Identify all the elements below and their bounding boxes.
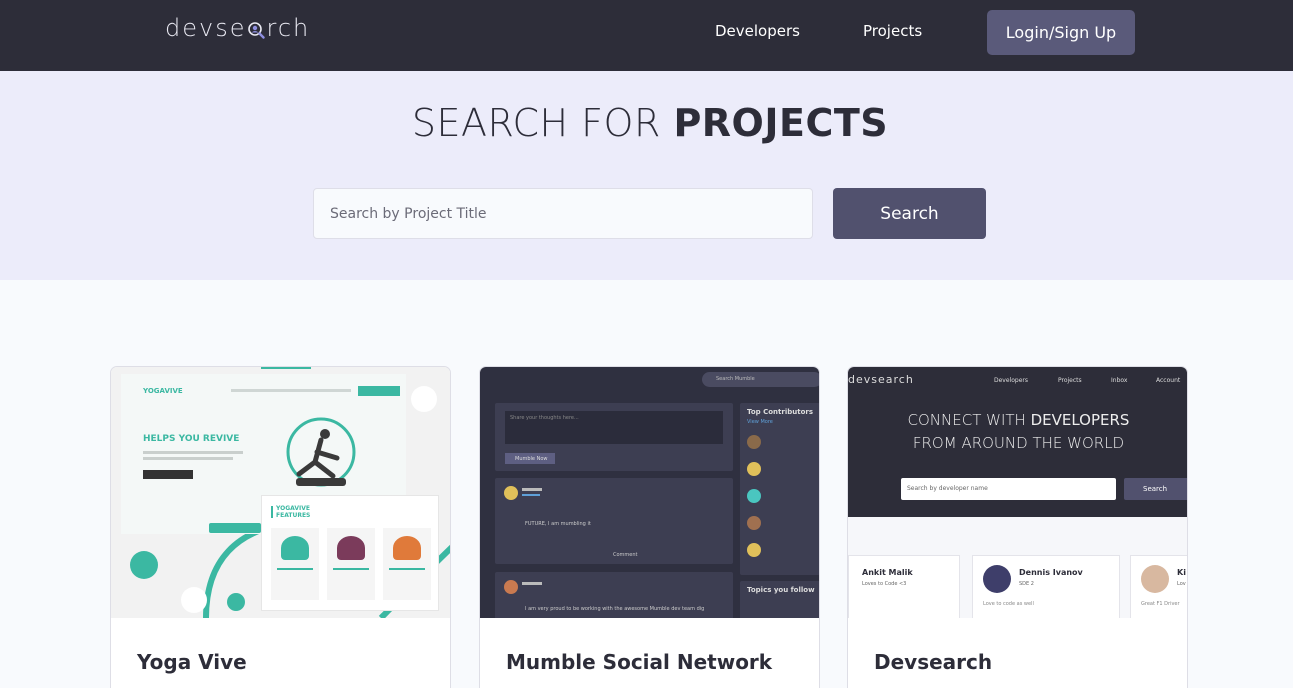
mock-text-line [143,451,243,454]
mock-avatar [1141,565,1169,593]
mock-nav-item: Projects [1058,377,1082,384]
mock-avatar [747,489,761,503]
mock-avatar [504,580,518,594]
mock-nav-button [358,386,400,396]
mock-post: FUTURE, I am mumbling it Comment [495,478,733,564]
mock-avatar [747,516,761,530]
mock-text-line [277,568,313,570]
mock-text-line [522,582,542,585]
mock-feature-card [383,528,431,600]
mock-dev-name: Dennis Ivanov [1019,568,1083,577]
mock-dev-card: Dennis Ivanov SDE 2 Love to code as well [972,555,1120,618]
mock-headline: HELPS YOU REVIVE [143,434,240,444]
mock-comment-label: Comment [613,552,638,558]
project-thumbnail: Search Mumble Share your thoughts here..… [480,367,819,618]
mock-avatar [747,543,761,557]
nav-developers[interactable]: Developers [715,22,800,40]
mock-text-line [143,457,233,460]
mock-hero-line-1: CONNECT WITH DEVELOPERS [848,411,1187,429]
mock-hero-line-2: FROM AROUND THE WORLD [912,434,1125,452]
mock-dev-role: Lov [1177,581,1186,587]
mock-dev-bio: Love to code as well [983,601,1034,607]
mock-topics-title: Topics you follow [747,586,815,594]
mock-badge [209,523,261,533]
mock-features-panel: YOGAVIVE FEATURES [261,495,439,611]
mock-search-button: Search [1124,478,1187,500]
project-card-devsearch[interactable]: devsearch Developers Projects Inbox Acco… [847,366,1188,688]
mock-text-line [522,488,542,491]
mock-contributors-panel: Top Contributors View More [740,403,819,575]
logo[interactable]: devse rch [165,14,310,42]
mock-dev-name: Ki [1177,568,1186,577]
project-card-yoga-vive[interactable]: YOGAVIVE HELPS YOU REVIVE YOGAVIVE FEATU… [110,366,451,688]
mock-hero: devsearch Developers Projects Inbox Acco… [848,367,1187,517]
mock-topics-panel: Topics you follow [740,581,819,618]
mock-feature-card [271,528,319,600]
search-hero: SEARCH FOR PROJECTS Search [0,71,1293,280]
page-title-bold: PROJECTS [673,101,889,145]
mock-contributors-title: Top Contributors [747,408,813,416]
mock-nav-item: Account [1156,377,1181,384]
mock-avatar [747,462,761,476]
magnifier-logo-icon [247,18,266,39]
mock-feature-image [393,536,421,560]
mock-post: I am very proud to be working with the a… [495,572,733,618]
mock-dev-role: Loves to Code <3 [862,581,907,587]
mock-view-more: View More [747,419,773,425]
yoga-figure-illustration [286,417,356,487]
project-thumbnail: devsearch Developers Projects Inbox Acco… [848,367,1187,618]
mock-dev-bio: Great F1 Driver [1141,601,1180,607]
mock-text-line [522,494,540,496]
mock-avatar [747,435,761,449]
mock-dev-card: Ankit Malik Loves to Code <3 [848,555,960,618]
mock-accent-bar [271,506,273,518]
mock-search-input: Search by developer name [901,478,1116,500]
mock-nav-item: Developers [994,377,1028,384]
mock-hero-light: CONNECT WITH [907,411,1031,429]
mock-post-button: Mumble Now [505,453,555,464]
mock-nav [231,389,351,392]
top-navbar: devse rch Developers Projects Login/Sign… [0,0,1293,71]
page-title: SEARCH FOR PROJECTS [0,101,1293,145]
mock-feature-image [281,536,309,560]
mock-text-line [333,568,369,570]
mock-logo: devsearch [848,373,914,386]
search-button[interactable]: Search [833,188,986,239]
logo-text-suffix: rch [266,14,311,42]
mock-feature-card [327,528,375,600]
mock-avatar [504,486,518,500]
mock-brand: YOGAVIVE [143,387,183,395]
project-search-input[interactable] [313,188,813,239]
mock-search-bar: Search Mumble [702,372,819,387]
mock-compose-input: Share your thoughts here... [505,411,723,444]
mock-cta-button [143,470,193,479]
mock-post-text: I am very proud to be working with the a… [525,606,705,612]
project-title[interactable]: Devsearch [874,650,992,674]
mock-avatar [983,565,1011,593]
mock-feature-image [337,536,365,560]
mock-text-line [389,568,425,570]
mock-nav-item: Inbox [1111,377,1128,384]
project-title[interactable]: Mumble Social Network [506,650,772,674]
page-title-light: SEARCH FOR [411,101,674,145]
mock-compose-box: Share your thoughts here... Mumble Now [495,403,733,471]
project-card-mumble-social-network[interactable]: Search Mumble Share your thoughts here..… [479,366,820,688]
login-signup-button[interactable]: Login/Sign Up [987,10,1135,55]
logo-text-prefix: devse [165,14,247,42]
mock-post-text: FUTURE, I am mumbling it [525,521,591,527]
mock-dev-role: SDE 2 [1019,581,1034,587]
nav-projects[interactable]: Projects [863,22,922,40]
project-title[interactable]: Yoga Vive [137,650,247,674]
project-thumbnail: YOGAVIVE HELPS YOU REVIVE YOGAVIVE FEATU… [111,367,450,618]
mock-dev-name: Ankit Malik [862,568,913,577]
mock-features-title: YOGAVIVE FEATURES [276,505,311,519]
mock-hero-bold: DEVELOPERS [1030,411,1130,429]
mock-dev-card: Ki Lov Great F1 Driver [1130,555,1187,618]
